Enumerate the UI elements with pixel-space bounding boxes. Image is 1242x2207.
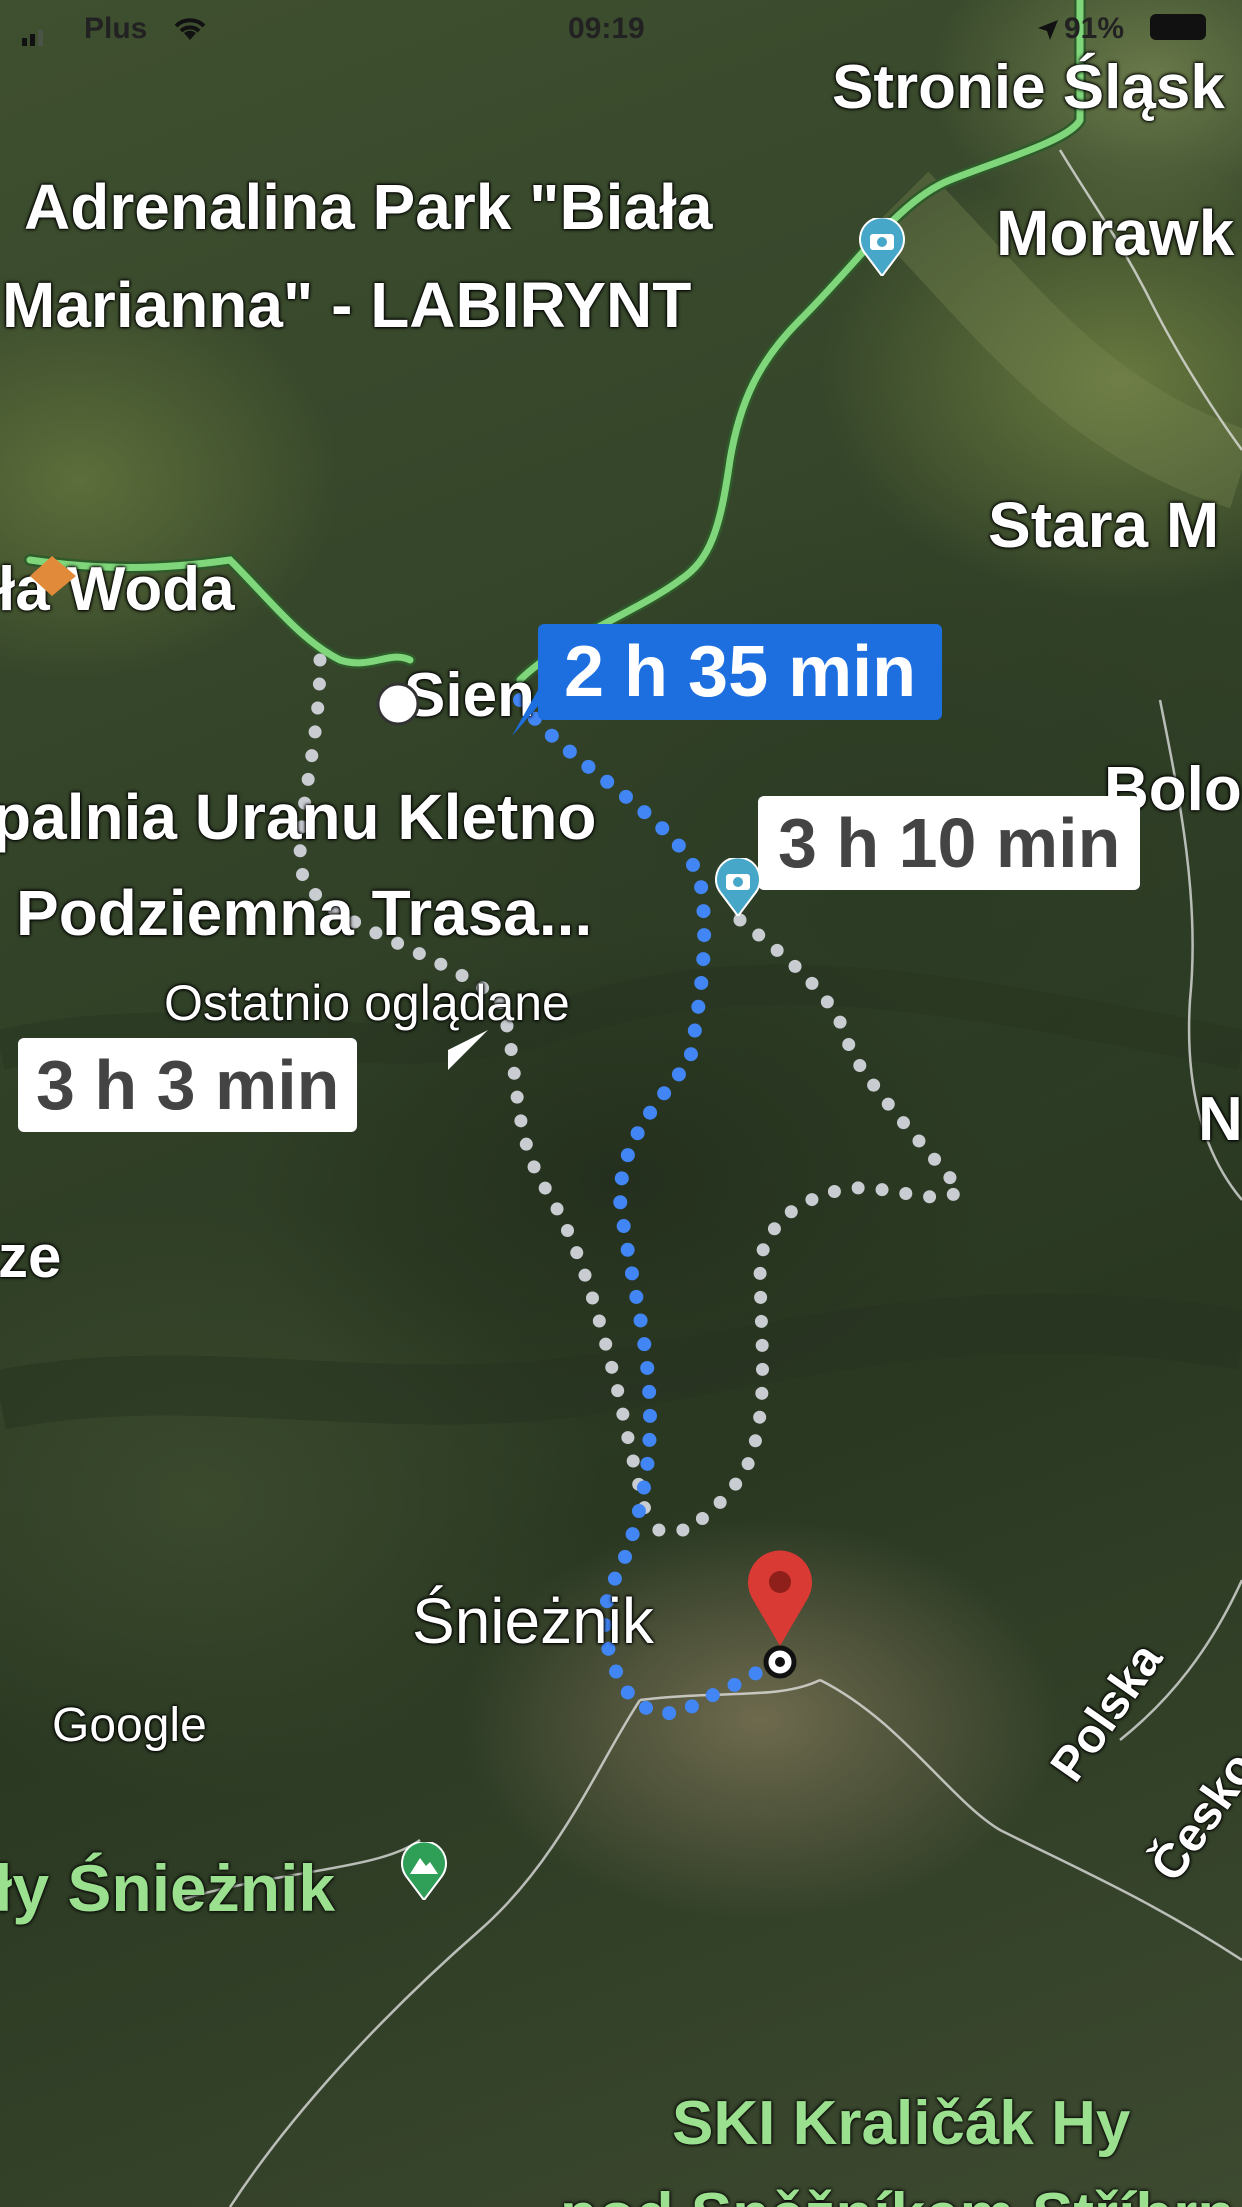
place-ze[interactable]: ze <box>0 1222 61 1291</box>
signal-icon <box>22 20 50 54</box>
carrier-label: Plus <box>84 12 148 45</box>
clock: 09:19 <box>568 12 645 45</box>
destination-label[interactable]: Śnieżnik <box>412 1584 654 1658</box>
battery-icon <box>1150 14 1206 40</box>
camera-pin-icon-2[interactable] <box>712 858 764 916</box>
map-view[interactable]: Plus 09:19 91% Stronie Śląsk Adrenalina … <box>0 0 1242 2207</box>
camera-pin-icon[interactable] <box>856 218 908 276</box>
place-ski-line1[interactable]: SKI Kraličák Hy <box>672 2088 1130 2159</box>
primary-route-time-text: 2 h 35 min <box>564 632 917 712</box>
alt2-badge-tail <box>448 1030 488 1070</box>
location-arrow-icon <box>1036 16 1060 50</box>
place-adrenalina-line2[interactable]: Marianna" - LABIRYNT <box>2 268 691 342</box>
place-kopalnia-line1[interactable]: palnia Uranu Kletno <box>0 780 597 854</box>
battery-percent: 91% <box>1064 12 1125 45</box>
place-ski-line2[interactable]: pod Sněžníkem Stříbrn <box>560 2180 1235 2207</box>
recently-viewed-label: Ostatnio oglądane <box>164 975 570 1031</box>
place-sniezy-green[interactable]: ły Śnieżnik <box>0 1850 335 1926</box>
place-kopalnia-line2[interactable]: Podziemna Trasa... <box>16 876 592 950</box>
alt-route-time-2-text: 3 h 3 min <box>36 1046 340 1124</box>
place-adrenalina-line1[interactable]: Adrenalina Park "Biała <box>24 170 712 244</box>
primary-route-time[interactable]: 2 h 35 min <box>538 624 943 720</box>
place-n-edge[interactable]: N <box>1198 1084 1242 1155</box>
primary-badge-tail <box>512 690 552 736</box>
wifi-icon <box>170 14 210 50</box>
start-dot-icon[interactable] <box>374 680 422 728</box>
minor-roads <box>179 149 1242 2207</box>
destination-pin-icon[interactable] <box>742 1550 818 1680</box>
place-stara[interactable]: Stara M <box>988 488 1219 562</box>
status-bar: Plus 09:19 91% <box>0 0 1242 56</box>
alt-route-time-1[interactable]: 3 h 10 min <box>758 796 1141 890</box>
place-morawka[interactable]: Morawk <box>996 196 1234 270</box>
google-logo: Google <box>52 1699 207 1752</box>
alt-route-time-1-text: 3 h 10 min <box>778 804 1121 882</box>
alt-route-time-2[interactable]: 3 h 3 min <box>18 1038 358 1132</box>
sight-pin-icon[interactable] <box>30 556 76 596</box>
mountain-pin-icon[interactable] <box>398 1842 450 1900</box>
place-stronie[interactable]: Stronie Śląsk <box>832 52 1225 123</box>
